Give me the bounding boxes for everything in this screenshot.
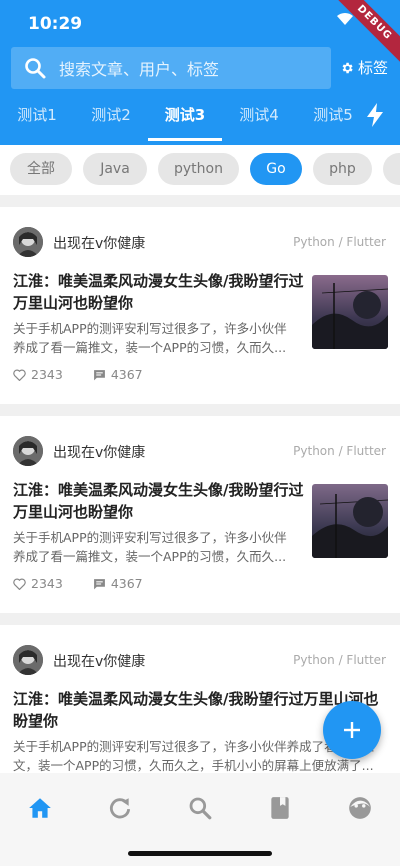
article-feed[interactable]: 出现在v你健康 Python / Flutter 江淮：唯美温柔风动漫女生头像/… [0, 207, 400, 773]
category-chip-bar: 全部 Java python Go php [0, 145, 400, 195]
article-title[interactable]: 江淮：唯美温柔风动漫女生头像/我盼望行过 万里山河也盼望你 [13, 479, 303, 523]
comment-icon [93, 578, 105, 589]
chip-more[interactable] [383, 153, 400, 185]
chip-java[interactable]: Java [83, 153, 147, 185]
article-summary-line: 养成了看一篇推文，装一个APP的习惯，久而久... [13, 549, 287, 564]
article-stats: 2343 4367 [13, 367, 173, 382]
search-icon [25, 58, 46, 79]
status-time: 10:29 [28, 14, 83, 34]
search-placeholder: 搜索文章、用户、标签 [59, 60, 220, 79]
article-card[interactable]: 出现在v你健康 Python / Flutter 江淮：唯美温柔风动漫女生头像/… [0, 416, 400, 613]
tab-test2[interactable]: 测试2 [74, 100, 148, 145]
book-icon[interactable] [267, 795, 293, 821]
flash-icon[interactable] [366, 103, 384, 127]
gear-icon [342, 62, 353, 73]
author-avatar[interactable] [13, 436, 43, 466]
article-title-line: 江淮：唯美温柔风动漫女生头像/我盼望行过万里山河也 [13, 690, 379, 708]
comment-stat[interactable]: 4367 [93, 576, 143, 591]
status-icons [336, 12, 354, 26]
chip-python[interactable]: python [158, 153, 239, 185]
author-name[interactable]: 出现在v你健康 [53, 442, 145, 462]
article-title-line: 江淮：唯美温柔风动漫女生头像/我盼望行过 [13, 272, 304, 290]
article-title-line: 万里山河也盼望你 [13, 294, 134, 312]
heart-icon [13, 369, 26, 381]
article-card[interactable]: 出现在v你健康 Python / Flutter 江淮：唯美温柔风动漫女生头像/… [0, 207, 400, 404]
tab-test4[interactable]: 测试4 [222, 100, 296, 145]
article-category: Python / Flutter [293, 444, 386, 458]
tab-bar: 测试1 测试2 测试3 测试4 测试5 [0, 100, 400, 145]
comment-count: 4367 [110, 367, 143, 382]
comment-icon [93, 369, 105, 380]
article-summary-line: 文，装一个APP的习惯，久而久之，手机小小的屏幕上便放满了... [13, 758, 374, 773]
like-count: 2343 [31, 576, 63, 591]
article-summary-line: 养成了看一篇推文，装一个APP的习惯，久而久... [13, 340, 287, 355]
article-thumbnail[interactable] [312, 275, 388, 349]
article-category: Python / Flutter [293, 653, 386, 667]
chip-all[interactable]: 全部 [10, 153, 72, 185]
search-bar[interactable]: 搜索文章、用户、标签 [11, 47, 331, 89]
tab-test3[interactable]: 测试3 [148, 100, 222, 145]
refresh-icon[interactable] [107, 795, 133, 821]
article-title-line: 万里山河也盼望你 [13, 503, 134, 521]
author-name[interactable]: 出现在v你健康 [53, 651, 145, 671]
home-icon[interactable] [27, 795, 53, 821]
tag-button[interactable]: 标签 [340, 57, 388, 78]
add-article-button[interactable] [323, 701, 381, 759]
face-icon[interactable] [347, 795, 373, 821]
search-icon[interactable] [187, 795, 213, 821]
like-stat[interactable]: 2343 [13, 367, 63, 382]
chip-php[interactable]: php [313, 153, 372, 185]
plus-icon [344, 722, 360, 738]
article-summary: 关于手机APP的测评安利写过很多了，许多小伙伴 养成了看一篇推文，装一个APP的… [13, 319, 303, 357]
home-indicator [128, 851, 272, 856]
comment-stat[interactable]: 4367 [93, 367, 143, 382]
chip-go[interactable]: Go [250, 153, 302, 185]
like-count: 2343 [31, 367, 63, 382]
heart-icon [13, 578, 26, 590]
article-summary: 关于手机APP的测评安利写过很多了，许多小伙伴 养成了看一篇推文，装一个APP的… [13, 528, 303, 566]
article-category: Python / Flutter [293, 235, 386, 249]
author-avatar[interactable] [13, 227, 43, 257]
author-avatar[interactable] [13, 645, 43, 675]
article-summary-line: 关于手机APP的测评安利写过很多了，许多小伙伴 [13, 530, 287, 545]
article-stats: 2343 4367 [13, 576, 173, 591]
article-summary-line: 关于手机APP的测评安利写过很多了，许多小伙伴 [13, 321, 287, 336]
app-bar: 10:29 DEBUG 搜索文章、用户、标签 标签 测试1 测试2 测试3 测试… [0, 0, 400, 145]
comment-count: 4367 [110, 576, 143, 591]
tab-test5[interactable]: 测试5 [296, 100, 370, 145]
article-title-line: 江淮：唯美温柔风动漫女生头像/我盼望行过 [13, 481, 304, 499]
article-thumbnail[interactable] [312, 484, 388, 558]
author-name[interactable]: 出现在v你健康 [53, 233, 145, 253]
article-title[interactable]: 江淮：唯美温柔风动漫女生头像/我盼望行过 万里山河也盼望你 [13, 270, 303, 314]
tab-test1[interactable]: 测试1 [0, 100, 74, 145]
like-stat[interactable]: 2343 [13, 576, 63, 591]
tag-button-label: 标签 [358, 59, 389, 77]
wifi-icon [337, 12, 353, 25]
